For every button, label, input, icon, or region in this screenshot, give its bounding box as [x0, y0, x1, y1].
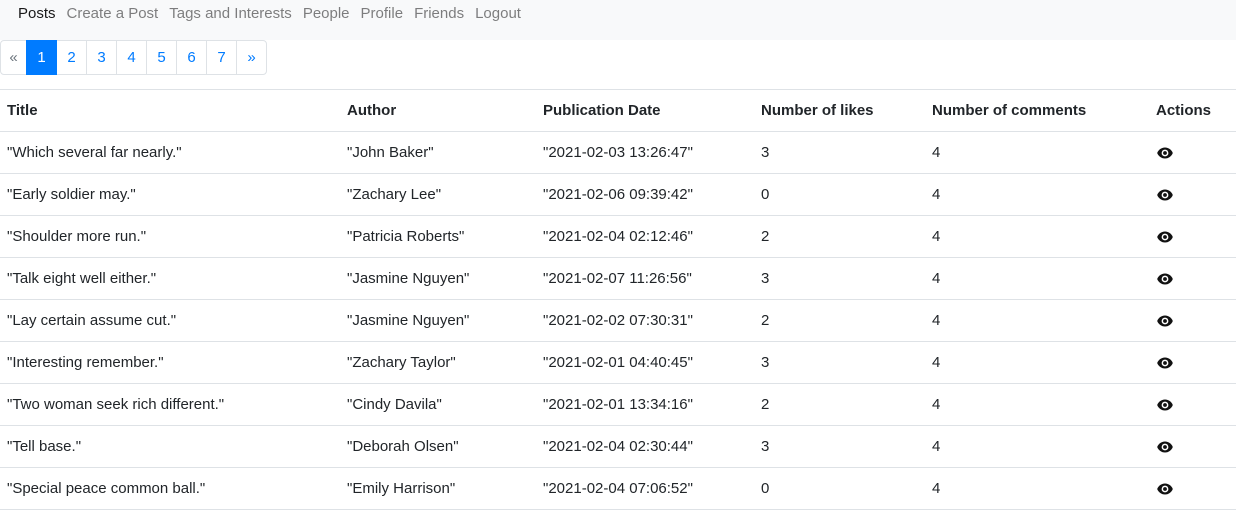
pagination: « 1 2 3 4 5 6 7 » [0, 40, 1236, 75]
pagination-page-7[interactable]: 7 [206, 40, 237, 75]
cell-actions [1149, 215, 1236, 258]
cell-actions [1149, 299, 1236, 342]
header-author: Author [340, 89, 536, 132]
table-row: "Tell base." "Deborah Olsen" "2021-02-04 0… [0, 425, 1236, 468]
cell-comments: 4 [925, 215, 1149, 258]
cell-publication-date: "2021-02-04 02:30:44" [536, 425, 754, 468]
cell-comments: 4 [925, 173, 1149, 216]
eye-icon[interactable] [1157, 399, 1173, 411]
cell-author: "Cindy Davila" [340, 383, 536, 426]
table-row: "Special peace common ball." "Emily Harri… [0, 467, 1236, 510]
pagination-page-2[interactable]: 2 [56, 40, 87, 75]
table-row: "Early soldier may." "Zachary Lee" "2021-0… [0, 173, 1236, 216]
cell-publication-date: "2021-02-04 02:12:46" [536, 215, 754, 258]
pagination-page-4[interactable]: 4 [116, 40, 147, 75]
cell-likes: 3 [754, 425, 925, 468]
cell-title: "Which several far nearly." [7, 144, 182, 161]
nav-create-post[interactable]: Create a Post [67, 0, 159, 28]
cell-title: "Interesting remember." [0, 341, 340, 384]
eye-icon[interactable] [1157, 315, 1173, 327]
cell-author: "Patricia Roberts" [340, 215, 536, 258]
cell-title: "Tell base." [0, 425, 340, 468]
eye-icon[interactable] [1157, 147, 1173, 159]
nav-posts[interactable]: Posts [18, 0, 56, 28]
table-row: "Two woman seek rich different." "Cindy D… [0, 383, 1236, 426]
cell-author: "John Baker" [347, 144, 434, 161]
cell-author: "Jasmine Nguyen" [340, 257, 536, 300]
pagination-page-1[interactable]: 1 [26, 40, 57, 75]
cell-publication-date: "2021-02-01 04:40:45" [536, 341, 754, 384]
cell-actions [1149, 173, 1236, 216]
cell-author: "Zachary Taylor" [340, 341, 536, 384]
nav-logout[interactable]: Logout [475, 0, 521, 28]
nav-people[interactable]: People [303, 0, 350, 28]
cell-likes: 2 [754, 383, 925, 426]
cell-author: "Emily Harrison" [340, 467, 536, 510]
cell-comments: 4 [925, 383, 1149, 426]
cell-actions [1149, 425, 1236, 468]
cell-actions [1149, 257, 1236, 300]
header-number-of-comments: Number of comments [925, 89, 1149, 132]
eye-icon[interactable] [1157, 189, 1173, 201]
cell-comments: 4 [925, 257, 1149, 300]
eye-icon[interactable] [1157, 357, 1173, 369]
table-body: "Which several far nearly." "John Baker" "… [0, 132, 1236, 510]
eye-icon[interactable] [1157, 273, 1173, 285]
header-publication-date: Publication Date [536, 89, 754, 132]
cell-likes: 3 [754, 257, 925, 300]
cell-title: "Special peace common ball." [0, 467, 340, 510]
pagination-page-6[interactable]: 6 [176, 40, 207, 75]
cell-comments: 4 [925, 425, 1149, 468]
table-row: "Lay certain assume cut." "Jasmine Nguyen… [0, 299, 1236, 342]
cell-author: "Zachary Lee" [340, 173, 536, 216]
eye-icon[interactable] [1157, 441, 1173, 453]
cell-likes: 3 [761, 144, 770, 161]
header-actions: Actions [1149, 89, 1236, 132]
table-row: "Which several far nearly." "John Baker" "… [0, 132, 1236, 174]
cell-actions [1149, 132, 1236, 174]
cell-author: "Jasmine Nguyen" [340, 299, 536, 342]
nav-tags-and-interests[interactable]: Tags and Interests [169, 0, 292, 28]
top-navbar: Posts Create a Post Tags and Interests P… [0, 0, 1236, 40]
header-number-of-likes: Number of likes [754, 89, 925, 132]
cell-actions [1149, 467, 1236, 510]
cell-author: "Deborah Olsen" [340, 425, 536, 468]
cell-likes: 0 [754, 173, 925, 216]
table-header-row: Title Author Publication Date Number of … [0, 89, 1236, 132]
cell-title: "Talk eight well either." [0, 257, 340, 300]
eye-icon[interactable] [1157, 231, 1173, 243]
cell-title: "Two woman seek rich different." [0, 383, 340, 426]
cell-actions [1149, 383, 1236, 426]
cell-comments: 4 [925, 467, 1149, 510]
cell-publication-date: "2021-02-03 13:26:47" [543, 144, 693, 161]
pagination-page-3[interactable]: 3 [86, 40, 117, 75]
nav-friends[interactable]: Friends [414, 0, 464, 28]
pagination-page-5[interactable]: 5 [146, 40, 177, 75]
header-title: Title [0, 89, 340, 132]
cell-publication-date: "2021-02-04 07:06:52" [536, 467, 754, 510]
cell-actions [1149, 341, 1236, 384]
nav-profile[interactable]: Profile [361, 0, 404, 28]
table-row: "Shoulder more run." "Patricia Roberts" "2… [0, 215, 1236, 258]
cell-title: "Lay certain assume cut." [0, 299, 340, 342]
pagination-prev[interactable]: « [0, 40, 27, 75]
eye-icon[interactable] [1157, 483, 1173, 495]
cell-publication-date: "2021-02-01 13:34:16" [536, 383, 754, 426]
pagination-next[interactable]: » [236, 40, 267, 75]
cell-likes: 2 [754, 299, 925, 342]
cell-title: "Early soldier may." [0, 173, 340, 216]
cell-comments: 4 [925, 299, 1149, 342]
posts-table: Title Author Publication Date Number of … [0, 89, 1236, 510]
cell-publication-date: "2021-02-02 07:30:31" [536, 299, 754, 342]
cell-title: "Shoulder more run." [0, 215, 340, 258]
cell-publication-date: "2021-02-07 11:26:56" [536, 257, 754, 300]
cell-likes: 0 [754, 467, 925, 510]
table-row: "Interesting remember." "Zachary Taylor" "… [0, 341, 1236, 384]
cell-comments: 4 [932, 144, 941, 161]
cell-publication-date: "2021-02-06 09:39:42" [536, 173, 754, 216]
cell-likes: 2 [754, 215, 925, 258]
table-row: "Talk eight well either." "Jasmine Nguyen… [0, 257, 1236, 300]
cell-likes: 3 [754, 341, 925, 384]
cell-comments: 4 [925, 341, 1149, 384]
